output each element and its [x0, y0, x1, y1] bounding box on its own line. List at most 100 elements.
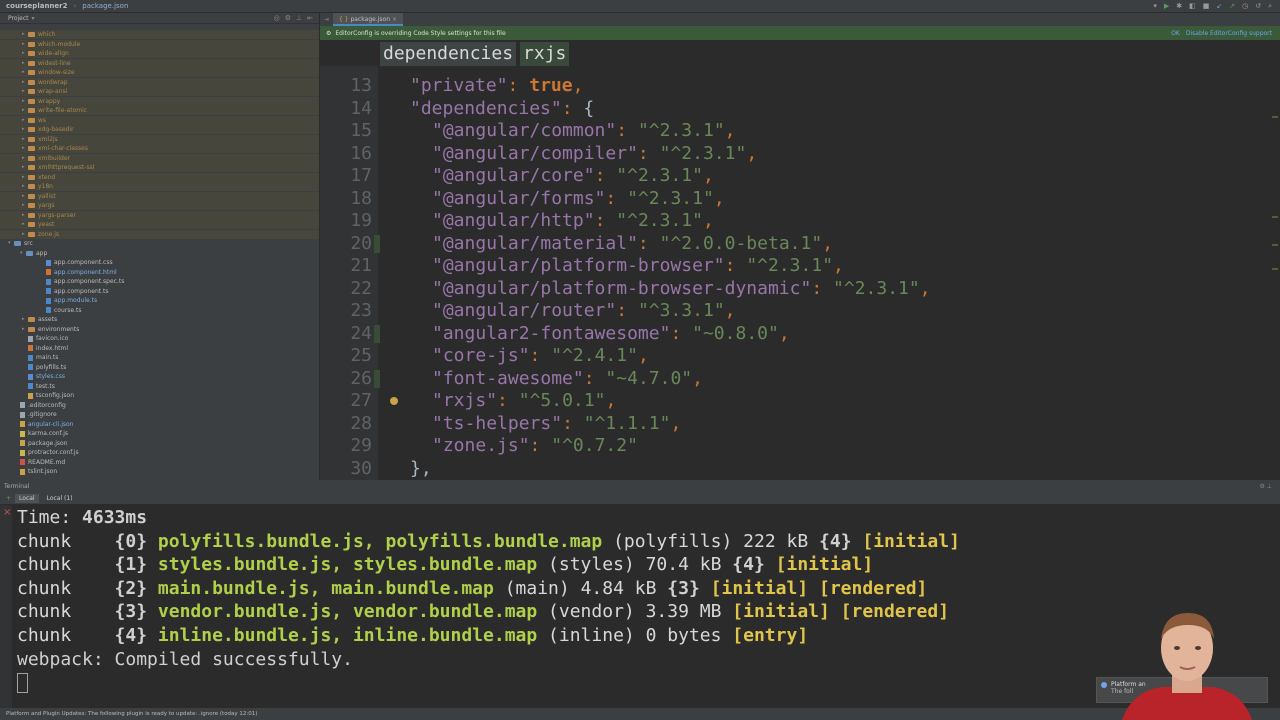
tree-item[interactable]: ▸ wide-align: [0, 49, 319, 58]
git-commit-icon[interactable]: ↗: [1229, 2, 1235, 11]
tree-item[interactable]: ▸ xml-char-classes: [0, 144, 319, 153]
tree-item[interactable]: tsconfig.json: [0, 391, 319, 400]
tree-item[interactable]: ▸ yargs: [0, 201, 319, 210]
tree-item[interactable]: package.json: [0, 439, 319, 448]
code-line[interactable]: "@angular/forms": "^2.3.1",: [432, 188, 725, 211]
nav-project-name[interactable]: courseplanner2: [6, 2, 67, 10]
revert-icon[interactable]: ↺: [1255, 2, 1261, 11]
debug-icon[interactable]: ✱: [1176, 2, 1182, 11]
tree-item[interactable]: app.component.css: [0, 258, 319, 267]
code-line[interactable]: "@angular/platform-browser": "^2.3.1",: [432, 255, 844, 278]
tree-item[interactable]: ▸ xmlbuilder: [0, 153, 319, 163]
close-terminal-icon[interactable]: ×: [3, 507, 11, 518]
tree-item[interactable]: karma.conf.js: [0, 429, 319, 438]
collapse-icon[interactable]: ⊥: [296, 14, 302, 22]
code-line[interactable]: "rxjs": "^5.0.1",: [432, 390, 616, 413]
code-line[interactable]: "@angular/compiler": "^2.3.1",: [432, 143, 757, 166]
new-terminal-icon[interactable]: +: [6, 495, 11, 502]
tree-item[interactable]: protractor.conf.js: [0, 448, 319, 457]
tab-close-icon[interactable]: ×: [392, 16, 397, 23]
tree-item[interactable]: index.html: [0, 344, 319, 353]
code-line[interactable]: "zone.js": "^0.7.2": [432, 435, 638, 458]
vcs-change-marker[interactable]: [374, 369, 380, 388]
tree-item[interactable]: styles.css: [0, 372, 319, 381]
tree-item[interactable]: tslint.json: [0, 467, 319, 476]
tree-item[interactable]: ▸ which-module: [0, 39, 319, 49]
terminal-tab-local[interactable]: Local: [15, 493, 39, 503]
tree-item[interactable]: ▸ window-size: [0, 68, 319, 77]
banner-disable-link[interactable]: Disable EditorConfig support: [1186, 30, 1272, 37]
banner-ok-link[interactable]: OK: [1171, 30, 1180, 37]
terminal-tab-local-1[interactable]: Local (1): [43, 494, 77, 503]
tabs-scroll-icon[interactable]: ⇥: [320, 16, 333, 23]
tree-item[interactable]: main.ts: [0, 353, 319, 362]
editor-scroll-markers[interactable]: [1272, 76, 1278, 476]
tree-item[interactable]: ▸ which: [0, 30, 319, 39]
tree-item[interactable]: .editorconfig: [0, 401, 319, 410]
sync-icon[interactable]: ◎: [274, 14, 280, 22]
tree-item[interactable]: test.ts: [0, 382, 319, 391]
code-line[interactable]: "dependencies": {: [410, 98, 594, 121]
tab-package-json[interactable]: { } package.json ×: [333, 13, 403, 26]
git-update-icon[interactable]: ↙: [1216, 2, 1222, 11]
intention-bulb-icon[interactable]: [390, 397, 398, 405]
terminal-output[interactable]: × Time: 4633ms chunk {0} polyfills.bundl…: [0, 505, 1280, 708]
tree-item[interactable]: favicon.ico: [0, 334, 319, 343]
tree-item[interactable]: ▾ app: [0, 249, 319, 258]
tree-item[interactable]: README.md: [0, 458, 319, 467]
tree-item[interactable]: ▸ xmlhttprequest-ssl: [0, 163, 319, 172]
tree-item[interactable]: ▸ wrappy: [0, 96, 319, 106]
code-line[interactable]: "core-js": "^2.4.1",: [432, 345, 649, 368]
tree-item[interactable]: ▸ xml2js: [0, 134, 319, 144]
code-line[interactable]: "@angular/platform-browser-dynamic": "^2…: [432, 278, 931, 301]
tree-item[interactable]: ▸ ws: [0, 115, 319, 125]
code-line[interactable]: "@angular/http": "^2.3.1",: [432, 210, 714, 233]
tree-item[interactable]: ▸ wordwrap: [0, 77, 319, 87]
tree-item[interactable]: course.ts: [0, 306, 319, 315]
tree-item[interactable]: ▸ yeast: [0, 220, 319, 229]
code-line[interactable]: "font-awesome": "~4.7.0",: [432, 368, 703, 391]
code-line[interactable]: "@angular/common": "^2.3.1",: [432, 120, 736, 143]
tree-item[interactable]: .gitignore: [0, 410, 319, 419]
code-line[interactable]: "@angular/router": "^3.3.1",: [432, 300, 736, 323]
vcs-change-marker[interactable]: [374, 234, 380, 253]
run-icon[interactable]: ▶: [1164, 2, 1169, 11]
code-line[interactable]: "ts-helpers": "^1.1.1",: [432, 413, 681, 436]
tree-item[interactable]: angular-cli.json: [0, 420, 319, 429]
tree-item[interactable]: ▸ assets: [0, 315, 319, 324]
code-line[interactable]: "@angular/material": "^2.0.0-beta.1",: [432, 233, 833, 256]
settings-icon[interactable]: ⚙: [285, 14, 291, 22]
code-line[interactable]: "@angular/core": "^2.3.1",: [432, 165, 714, 188]
stop-icon[interactable]: ■: [1203, 2, 1210, 11]
project-panel-title[interactable]: Project: [8, 15, 29, 22]
breadcrumb-dependencies[interactable]: dependencies: [380, 42, 517, 66]
code-editor[interactable]: 13 14 15 16 17 18 19 20 21 22 23 24 25 26 27 28 29 30 "pr…: [320, 66, 1280, 480]
code-line[interactable]: "private": true,: [410, 75, 583, 98]
tree-item[interactable]: ▸ yallist: [0, 191, 319, 201]
tree-item[interactable]: ▸ wrap-ansi: [0, 87, 319, 96]
tree-item[interactable]: ▸ xtend: [0, 172, 319, 182]
run-config-dropdown-icon[interactable]: ▾: [1153, 2, 1157, 11]
tree-item[interactable]: app.component.spec.ts: [0, 277, 319, 286]
tree-item[interactable]: app.module.ts: [0, 296, 319, 305]
tree-item[interactable]: ▸ xdg-basedir: [0, 125, 319, 134]
history-icon[interactable]: ◷: [1242, 2, 1248, 11]
status-message[interactable]: Platform and Plugin Updates: The followi…: [6, 711, 257, 717]
tree-item[interactable]: ▾ src: [0, 239, 319, 248]
project-view-dropdown-icon[interactable]: ▾: [32, 15, 35, 22]
tree-item[interactable]: ▸ y18n: [0, 182, 319, 191]
tree-item[interactable]: polyfills.ts: [0, 363, 319, 372]
nav-file-name[interactable]: package.json: [82, 2, 128, 10]
coverage-icon[interactable]: ◧: [1189, 2, 1196, 11]
terminal-settings-icon[interactable]: ⚙ ⊥: [1259, 483, 1280, 490]
hide-icon[interactable]: ⇤: [307, 14, 313, 22]
tree-item[interactable]: ▸ widest-line: [0, 58, 319, 68]
breadcrumb-rxjs[interactable]: rxjs: [520, 42, 570, 66]
tree-item[interactable]: app.component.html: [0, 268, 319, 277]
tree-item[interactable]: ▸ write-file-atomic: [0, 106, 319, 115]
tree-item[interactable]: app.component.ts: [0, 287, 319, 296]
search-everywhere-icon[interactable]: ⌕: [1268, 2, 1272, 11]
code-line[interactable]: "angular2-fontawesome": "~0.8.0",: [432, 323, 790, 346]
tree-item[interactable]: ▸ yargs-parser: [0, 210, 319, 220]
tree-item[interactable]: ▸ environments: [0, 325, 319, 334]
